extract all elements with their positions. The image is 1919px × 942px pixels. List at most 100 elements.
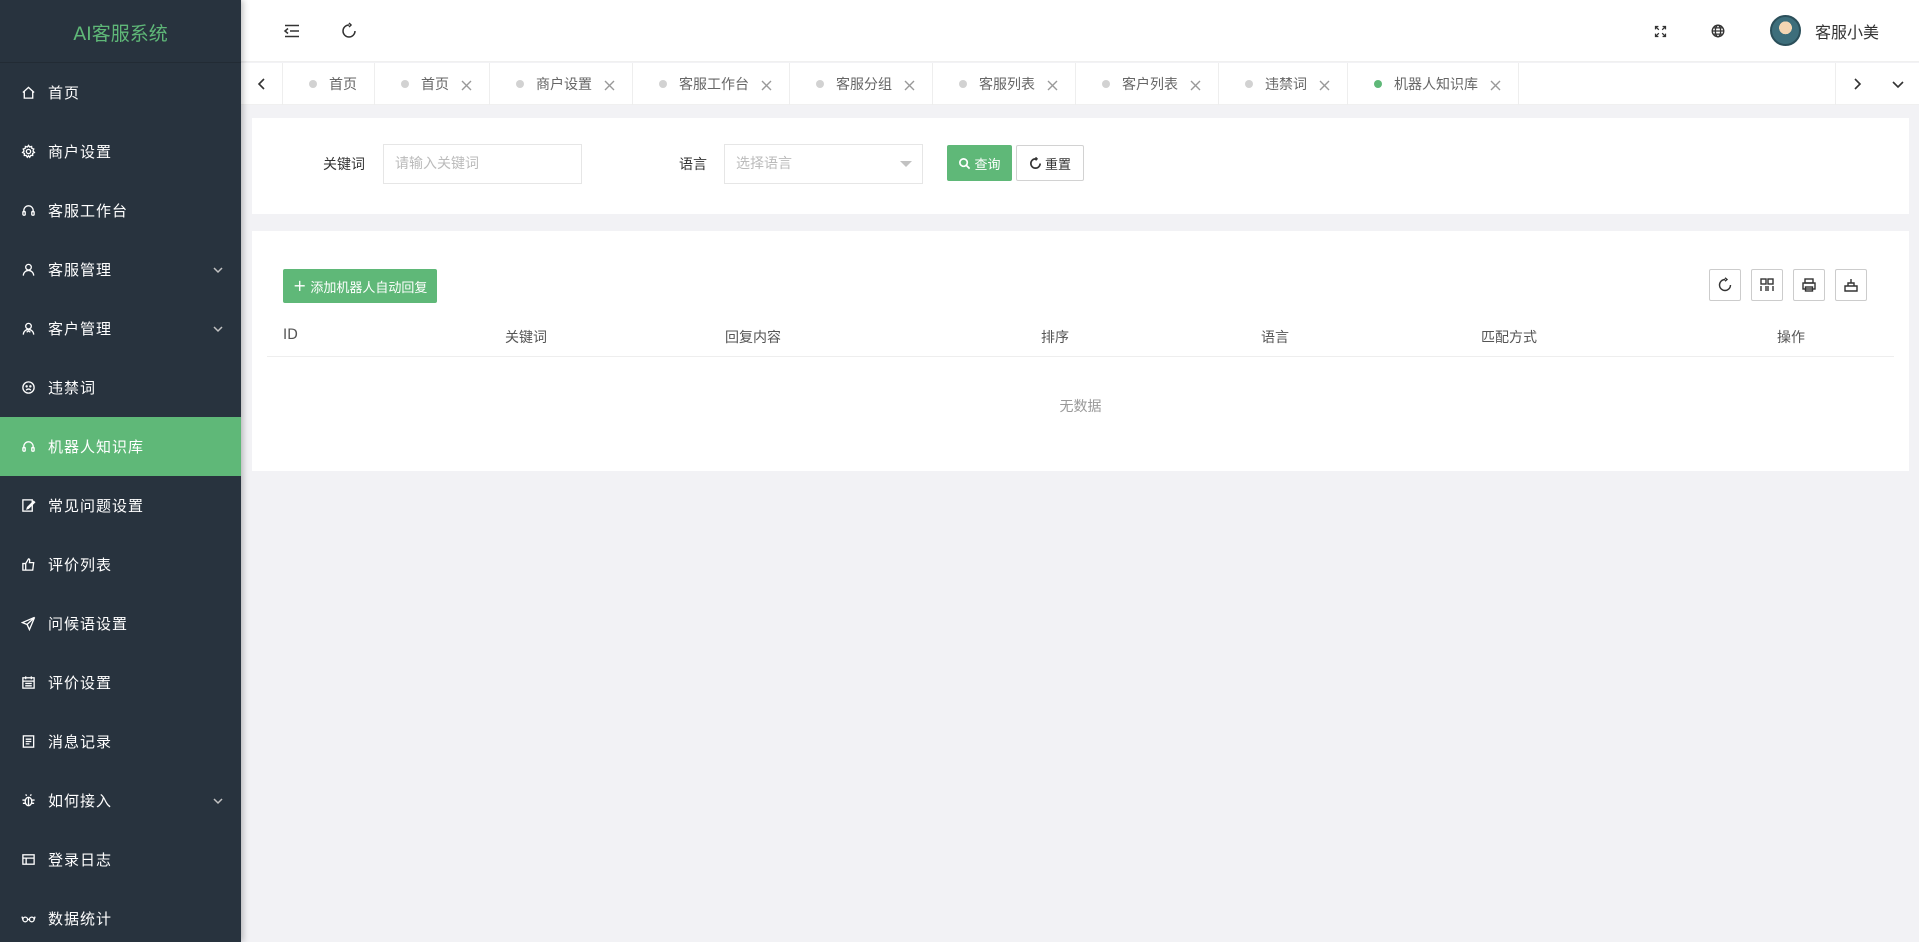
print-icon [1802, 278, 1816, 292]
page-tabs: 首页 首页 商户设置 客服工作台 客服分组 客服列表 客户列表 违禁词 机器人知… [283, 63, 1519, 105]
sidebar-item-home[interactable]: 首页 [0, 63, 241, 122]
table-export-button[interactable] [1835, 269, 1867, 301]
bug-icon [20, 793, 36, 809]
sidebar-item-message-records[interactable]: 消息记录 [0, 712, 241, 771]
refresh-page-button[interactable] [336, 18, 362, 44]
tab-home[interactable]: 首页 [375, 63, 490, 105]
reset-button[interactable]: 重置 [1016, 145, 1084, 181]
sidebar-item-review-list[interactable]: 评价列表 [0, 535, 241, 594]
language-button[interactable] [1705, 18, 1731, 44]
sidebar-item-merchant-settings[interactable]: 商户设置 [0, 122, 241, 181]
tab-agent-list[interactable]: 客服列表 [933, 63, 1076, 105]
columns-icon [1760, 278, 1774, 291]
sidebar-item-label: 客服工作台 [48, 202, 129, 220]
tabs-scroll-left-button[interactable] [241, 63, 283, 105]
column-header-language[interactable]: 语言 [1261, 327, 1289, 347]
sidebar-item-agent-management[interactable]: 客服管理 [0, 240, 241, 299]
reset-button-label: 重置 [1044, 157, 1071, 173]
tab-status-dot [1102, 80, 1110, 88]
table-columns-button[interactable] [1751, 269, 1783, 301]
tab-status-dot [516, 80, 524, 88]
tab-robot-knowledge-base[interactable]: 机器人知识库 [1348, 63, 1519, 105]
close-icon[interactable] [1319, 79, 1330, 90]
tab-label: 客服列表 [979, 77, 1035, 93]
add-robot-reply-label: 添加机器人自动回复 [310, 280, 428, 296]
sidebar-item-robot-knowledge-base[interactable]: 机器人知识库 [0, 417, 241, 476]
tab-banned-words[interactable]: 违禁词 [1219, 63, 1348, 105]
thumb-up-icon [20, 557, 36, 573]
tab-label: 首页 [329, 77, 357, 93]
add-robot-reply-button[interactable]: + 添加机器人自动回复 [283, 269, 438, 303]
sidebar-item-faq-settings[interactable]: 常见问题设置 [0, 476, 241, 535]
sidebar-item-how-to-integrate[interactable]: 如何接入 [0, 771, 241, 830]
user-menu[interactable]: 客服小美 [1769, 15, 1879, 46]
refresh-icon [1718, 277, 1732, 292]
table-empty-text: 无数据 [1059, 399, 1102, 415]
page-tabs-bar: 首页 首页 商户设置 客服工作台 客服分组 客服列表 客户列表 违禁词 机器人知… [241, 63, 1919, 105]
tabs-scroll-right-button[interactable] [1835, 63, 1877, 105]
sidebar-item-login-log[interactable]: 登录日志 [0, 830, 241, 889]
table-print-button[interactable] [1793, 269, 1825, 301]
query-button-label: 查询 [974, 157, 1001, 173]
language-select-placeholder: 选择语言 [736, 156, 792, 172]
column-header-actions[interactable]: 操作 [1777, 327, 1805, 347]
close-icon[interactable] [761, 79, 772, 90]
column-header-keyword[interactable]: 关键词 [505, 327, 547, 347]
language-select[interactable]: 选择语言 [724, 144, 923, 184]
close-icon[interactable] [1190, 79, 1201, 90]
close-icon[interactable] [604, 79, 615, 90]
tab-home-fixed[interactable]: 首页 [283, 63, 375, 105]
tab-status-dot [959, 80, 967, 88]
calendar-icon [20, 675, 36, 691]
sidebar-item-customer-management[interactable]: 客户管理 [0, 299, 241, 358]
query-button[interactable]: 查询 [947, 145, 1012, 181]
tab-agent-workbench[interactable]: 客服工作台 [633, 63, 790, 105]
fullscreen-button[interactable] [1647, 18, 1673, 44]
sidebar-item-label: 登录日志 [48, 851, 113, 869]
sidebar-item-review-settings[interactable]: 评价设置 [0, 653, 241, 712]
tab-status-dot [1374, 80, 1382, 88]
table-icon [20, 852, 36, 868]
keyword-label: 关键词 [323, 157, 365, 173]
menu-collapse-button[interactable] [279, 18, 305, 44]
tabs-options-button[interactable] [1877, 63, 1919, 105]
column-header-match-type[interactable]: 匹配方式 [1481, 327, 1537, 347]
send-icon [20, 616, 36, 632]
close-icon[interactable] [461, 79, 472, 90]
export-icon [1844, 279, 1858, 292]
column-header-reply-content[interactable]: 回复内容 [725, 327, 781, 347]
app-logo-title[interactable]: AI客服系统 [0, 0, 241, 63]
tab-customer-list[interactable]: 客户列表 [1076, 63, 1219, 105]
close-icon[interactable] [1490, 79, 1501, 90]
plus-icon: + [293, 276, 307, 295]
chevron-down-icon [1892, 81, 1904, 89]
tab-status-dot [659, 80, 667, 88]
sidebar-item-agent-workbench[interactable]: 客服工作台 [0, 181, 241, 240]
keyword-input[interactable] [383, 144, 582, 184]
chevron-down-icon [212, 321, 224, 333]
sidebar-item-banned-words[interactable]: 违禁词 [0, 358, 241, 417]
tab-agent-groups[interactable]: 客服分组 [790, 63, 933, 105]
tab-label: 客服工作台 [679, 77, 749, 93]
sidebar-item-label: 违禁词 [48, 379, 97, 397]
refresh-icon [342, 22, 356, 38]
home-icon [20, 85, 36, 101]
sidebar-item-greeting-settings[interactable]: 问候语设置 [0, 594, 241, 653]
note-icon [20, 734, 36, 750]
sidebar-item-statistics[interactable]: 数据统计 [0, 889, 241, 942]
tab-label: 商户设置 [536, 77, 592, 93]
column-header-id[interactable]: ID [283, 327, 298, 343]
sidebar-item-label: 客服管理 [48, 261, 113, 279]
sidebar-item-label: 机器人知识库 [48, 438, 145, 456]
sidebar-item-label: 商户设置 [48, 143, 113, 161]
table-header: ID 关键词 回复内容 排序 语言 匹配方式 操作 [267, 313, 1894, 357]
column-header-sort[interactable]: 排序 [1041, 327, 1069, 347]
tab-merchant-settings[interactable]: 商户设置 [490, 63, 633, 105]
table-refresh-button[interactable] [1709, 269, 1741, 301]
tab-label: 首页 [421, 77, 449, 93]
close-icon[interactable] [904, 79, 915, 90]
sidebar-item-label: 常见问题设置 [48, 497, 145, 515]
tab-label: 违禁词 [1265, 77, 1307, 93]
sidebar-item-label: 数据统计 [48, 910, 113, 928]
close-icon[interactable] [1047, 79, 1058, 90]
